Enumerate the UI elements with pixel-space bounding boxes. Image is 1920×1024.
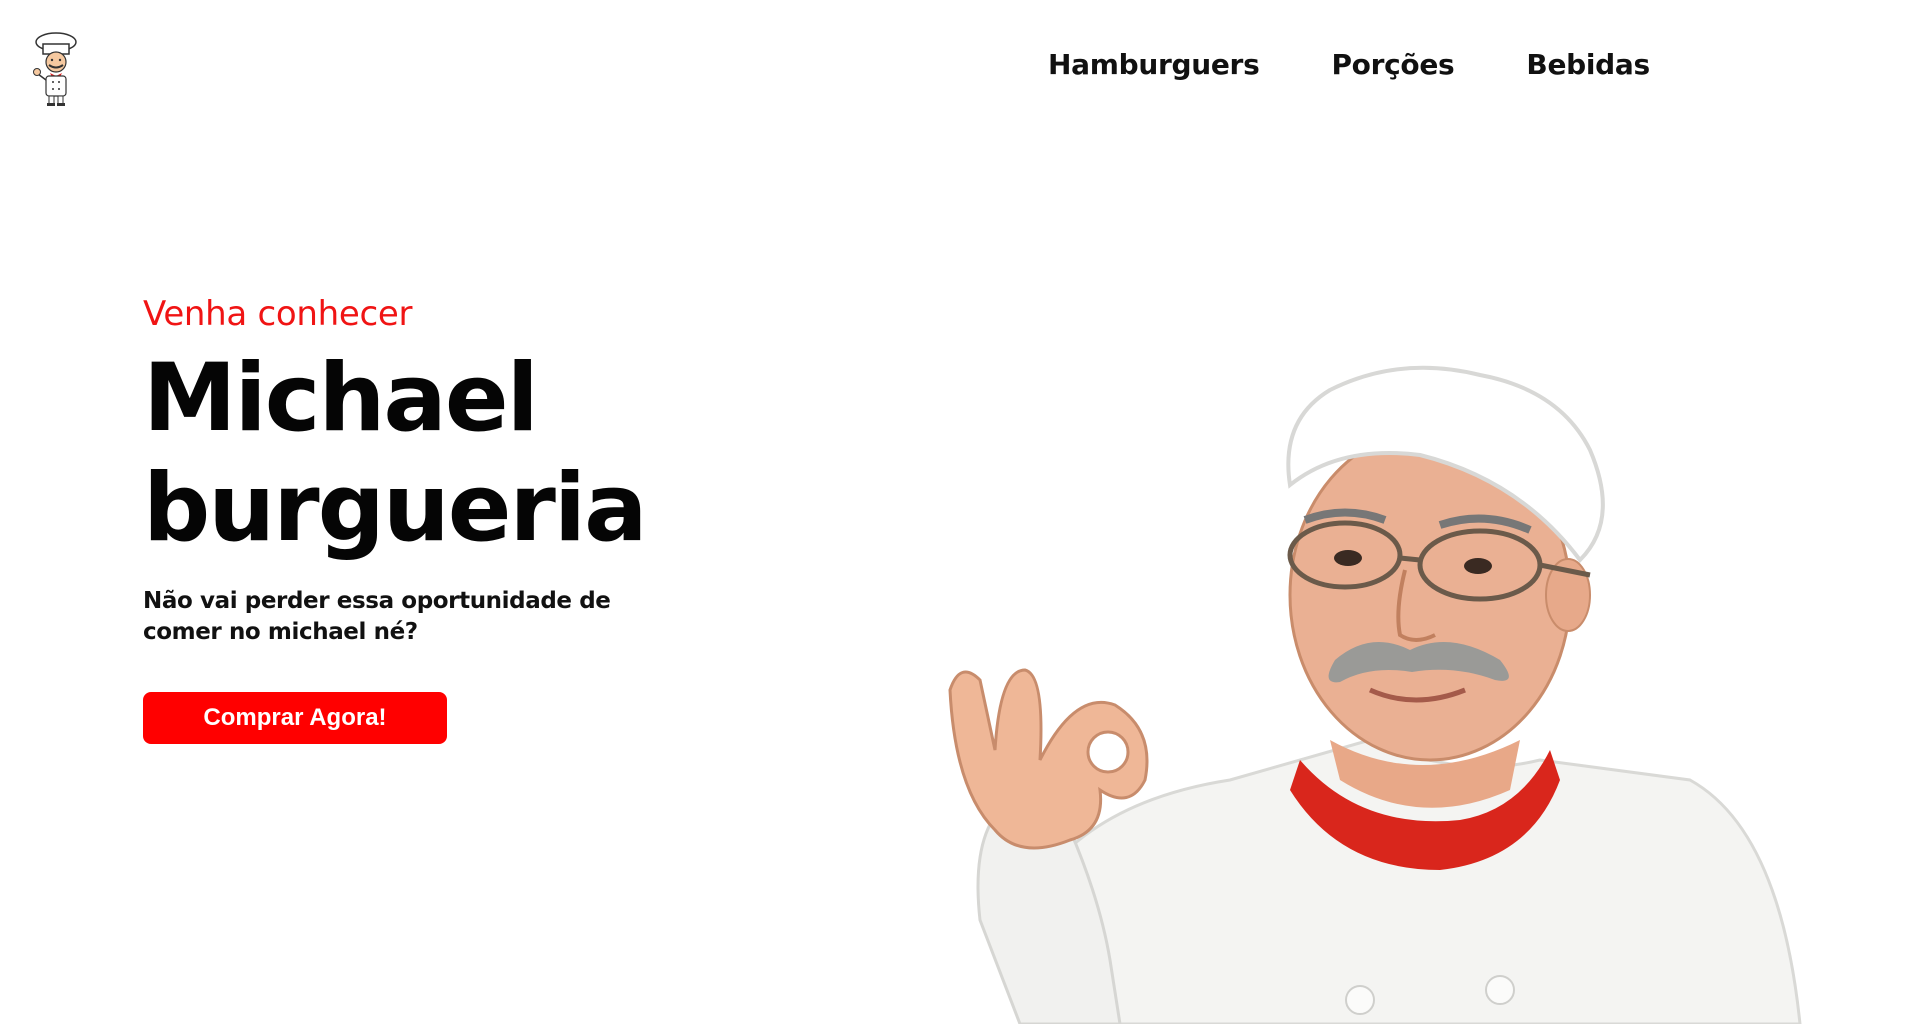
- nav-item-porcoes[interactable]: Porções: [1331, 48, 1454, 81]
- landing-page: Hamburguers Porções Bebidas Venha conhec…: [0, 0, 1920, 1024]
- hero-kicker: Venha conhecer: [143, 294, 413, 334]
- main-nav: Hamburguers Porções Bebidas: [1048, 48, 1650, 81]
- nav-item-bebidas[interactable]: Bebidas: [1526, 48, 1650, 81]
- hero-subtitle: Não vai perder essa oportunidade de come…: [143, 588, 611, 645]
- chef-ok-gesture-photo: [948, 365, 1802, 1024]
- hero-title: Michael burgueria: [143, 344, 648, 563]
- chef-logo-icon[interactable]: [30, 30, 82, 108]
- buy-now-button[interactable]: Comprar Agora!: [143, 692, 447, 744]
- hero-section: Venha conhecer Michael burgueria Não vai…: [143, 292, 783, 744]
- nav-item-hamburguers[interactable]: Hamburguers: [1048, 48, 1260, 81]
